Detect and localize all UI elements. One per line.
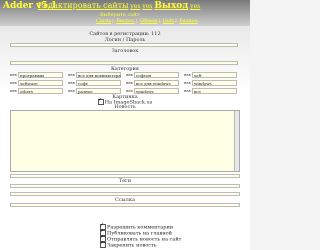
option-pin-checkbox[interactable] <box>100 240 106 248</box>
nav-yes-link-3[interactable]: yes <box>190 3 200 10</box>
category-marker[interactable]: ввв <box>126 72 133 77</box>
option-pin-label: Закрепить новость <box>107 242 157 249</box>
news-scrollbar[interactable] <box>234 111 239 171</box>
category-input[interactable]: программы <box>18 72 63 78</box>
category-row: ввв программы ввв все для компьютера ввв софт… <box>10 72 240 79</box>
category-input[interactable]: софт <box>76 80 121 86</box>
nav-yes-link-1[interactable]: yes <box>130 3 140 10</box>
category-cell: ввв windows <box>184 80 237 87</box>
category-cell: ввв все для компьютера <box>68 72 121 79</box>
category-input[interactable]: все для windows <box>134 80 179 86</box>
category-cell: ввв софтон <box>126 72 179 79</box>
tags-field[interactable] <box>10 184 240 188</box>
category-marker[interactable]: ввв <box>68 80 75 85</box>
category-input[interactable]: windows <box>192 80 237 86</box>
category-cell: ввв soft <box>184 72 237 79</box>
category-input[interactable]: soft <box>192 72 237 78</box>
sub-nav: Cards| Веспос| Обмен| Dofs| Разное <box>96 18 198 24</box>
category-marker[interactable]: ввв <box>68 88 75 93</box>
subnav-link-5[interactable]: Разное <box>179 18 197 24</box>
nav-exit-link[interactable]: Выход <box>154 1 188 11</box>
category-cell: ввв все для windows <box>126 80 179 87</box>
category-marker[interactable]: ввв <box>68 72 75 77</box>
category-input[interactable]: software <box>18 80 63 86</box>
category-marker[interactable]: ввв <box>10 80 17 85</box>
top-nav: Редактировать сайты yes yes Выход yes <box>38 1 200 11</box>
title-field[interactable] <box>10 61 238 65</box>
nav-yes-link-2[interactable]: yes <box>142 3 152 10</box>
title-label: Заголовок <box>111 48 139 54</box>
login-field[interactable] <box>10 43 238 47</box>
extra-field[interactable] <box>10 192 240 196</box>
option-pin[interactable]: Закрепить новость <box>100 240 157 249</box>
category-marker[interactable]: ввв <box>10 72 17 77</box>
category-marker[interactable]: ввв <box>184 80 191 85</box>
subnav-cards-link[interactable]: Cards <box>96 18 111 24</box>
subnav-link-4[interactable]: Dofs <box>163 18 174 24</box>
news-textarea[interactable] <box>10 110 240 172</box>
category-marker[interactable]: ввв <box>184 72 191 77</box>
subnav-link-3[interactable]: Обмен <box>140 18 157 24</box>
nav-edit-sites-link[interactable]: Редактировать сайты <box>38 1 128 10</box>
category-input[interactable]: все для компьютера <box>76 72 121 78</box>
category-marker[interactable]: ввв <box>126 80 133 85</box>
category-marker[interactable]: ввв <box>126 88 133 93</box>
category-marker[interactable]: ввв <box>10 88 17 93</box>
category-cell: ввв софт <box>68 80 121 87</box>
category-input[interactable]: софтон <box>134 72 179 78</box>
top-bar: Adder v5.1 Редактировать сайты yes yes В… <box>0 0 250 26</box>
source-field[interactable] <box>10 203 240 207</box>
category-row: ввв software ввв софт ввв все для windows ввв w… <box>10 80 240 87</box>
category-cell: ввв software <box>10 80 63 87</box>
category-marker[interactable]: ввв <box>184 88 191 93</box>
category-cell: ввв программы <box>10 72 63 79</box>
subnav-link-2[interactable]: Веспос <box>116 18 135 24</box>
